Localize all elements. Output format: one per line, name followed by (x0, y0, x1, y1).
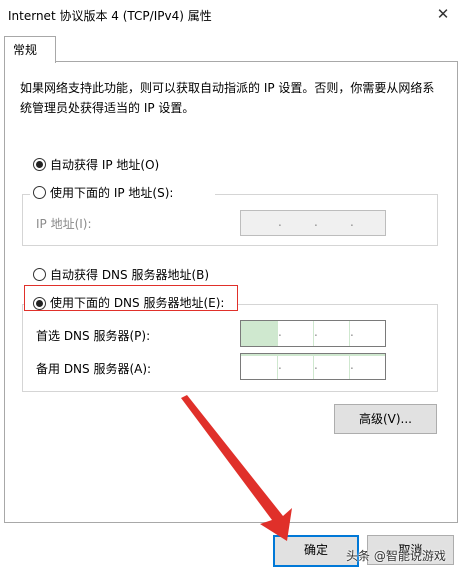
tab-general-label: 常规 (13, 43, 38, 57)
tab-general[interactable]: 常规 (4, 36, 56, 63)
watermark: 头条 @智能说游戏 (346, 549, 446, 563)
annotation-arrow-icon (181, 395, 292, 541)
